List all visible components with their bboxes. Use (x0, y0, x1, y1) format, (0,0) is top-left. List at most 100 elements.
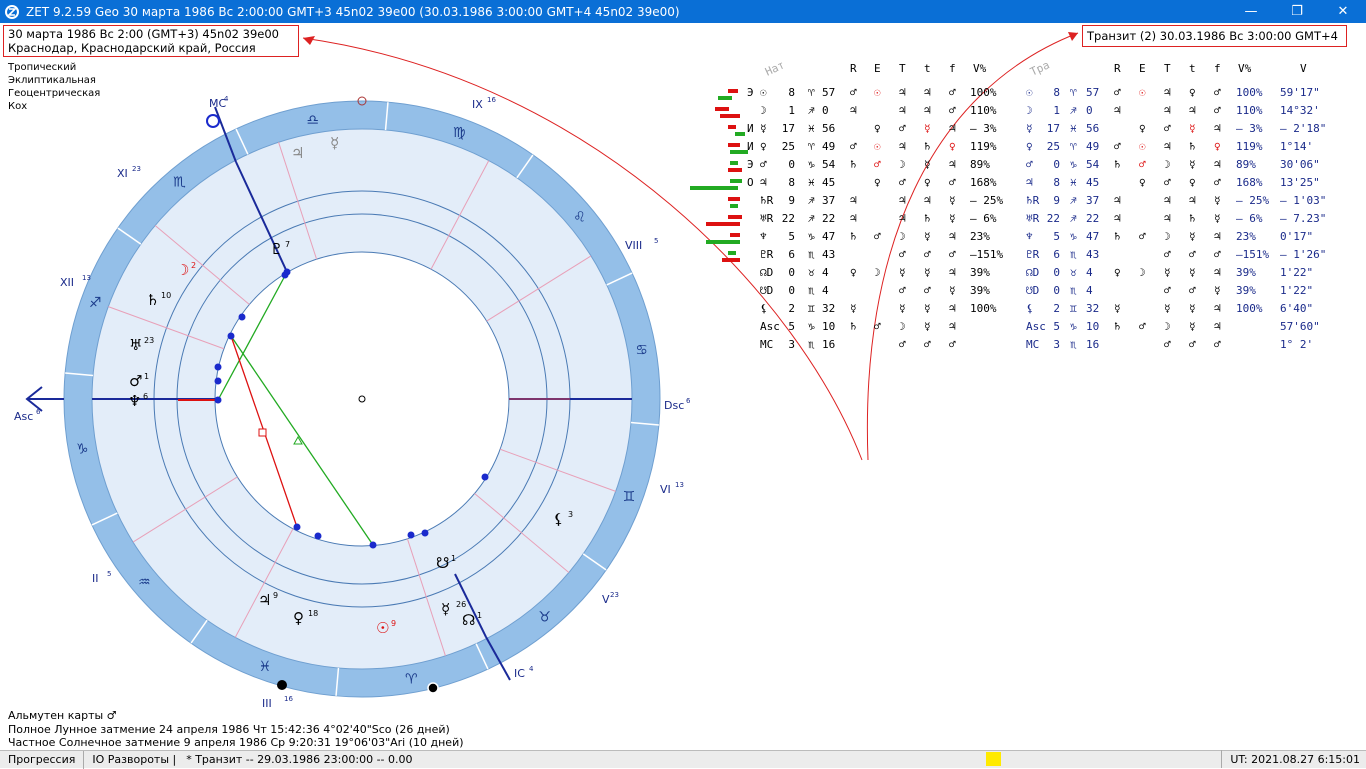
cell-tb: ♂ (1139, 320, 1146, 333)
cell-deg: 1 (788, 104, 795, 117)
cell-mark: Э (747, 86, 754, 99)
cell-sign: ♊ (808, 302, 815, 315)
cell-tp: ♅R (1026, 212, 1040, 225)
cell-tpct: – 3% (1236, 122, 1263, 135)
cell-e: ♃ (949, 266, 956, 279)
cell-td: ♂ (1189, 284, 1196, 297)
cell-d: ♀ (924, 176, 931, 189)
cell-b: ♀ (874, 122, 881, 135)
cell-c: ♃ (899, 104, 906, 117)
cell-ta: ♄ (1114, 320, 1121, 333)
cell-te: ♃ (1214, 320, 1221, 333)
cell-tc: ☽ (1164, 158, 1171, 171)
cell-c: ☽ (899, 320, 906, 333)
cell-mark: О (747, 176, 754, 189)
cell-sign: ♓ (808, 122, 815, 135)
header-f2: f (1214, 62, 1221, 75)
cell-mark: И (747, 140, 754, 153)
cell-tsign: ♓ (1070, 176, 1077, 189)
cell-tb: ☽ (1139, 266, 1146, 279)
cell-tdeg: 1 (1053, 104, 1060, 117)
cell-d: ♂ (924, 248, 931, 261)
cell-td: ♃ (1189, 104, 1196, 117)
cell-ta: ♄ (1114, 158, 1121, 171)
cell-tmin: 4 (1086, 266, 1093, 279)
header-f: f (949, 62, 956, 75)
cell-min: 45 (822, 176, 836, 189)
cell-td: ♂ (1189, 338, 1196, 351)
cell-deg: 22 (781, 212, 795, 225)
cell-tpct: 39% (1236, 284, 1256, 297)
cell-d: ♃ (924, 194, 931, 207)
cell-d: ☿ (924, 266, 931, 279)
strength-bar (730, 179, 742, 183)
cell-tmin: 0 (1086, 104, 1093, 117)
cell-td: ☿ (1189, 230, 1196, 243)
cell-min: 22 (822, 212, 836, 225)
header-vel: V (1300, 62, 1307, 75)
strength-bar (735, 132, 745, 136)
cell-tc: ♂ (1164, 284, 1171, 297)
strength-bar (728, 197, 740, 201)
cell-min: 32 (822, 302, 836, 315)
status-ut-time: UT: 2021.08.27 6:15:01 (1221, 750, 1360, 768)
cell-tsign: ♊ (1070, 302, 1077, 315)
cell-ta: ♃ (1114, 104, 1121, 117)
cell-p: ♅R (760, 212, 774, 225)
cell-te: ♂ (1214, 104, 1221, 117)
cell-te: ♃ (1214, 302, 1221, 315)
cell-tdeg: 22 (1046, 212, 1060, 225)
cell-te: ♂ (1214, 338, 1221, 351)
cell-tmin: 54 (1086, 158, 1100, 171)
cell-tdeg: 0 (1053, 284, 1060, 297)
cell-c: ♃ (899, 86, 906, 99)
status-turns[interactable]: IO Развороты | (84, 751, 178, 769)
cell-p: ☽ (760, 104, 767, 117)
cell-pct: 119% (970, 140, 997, 153)
cell-te: ☿ (1214, 212, 1221, 225)
cell-e: ♃ (949, 158, 956, 171)
cell-tdeg: 0 (1053, 266, 1060, 279)
cell-c: ♂ (899, 284, 906, 297)
cell-min: 16 (822, 338, 836, 351)
cell-b: ♂ (874, 230, 881, 243)
cell-tpct: – 6% (1236, 212, 1263, 225)
cell-sign: ♐ (808, 194, 815, 207)
cell-pct: 23% (970, 230, 990, 243)
cell-tc: ☽ (1164, 320, 1171, 333)
cell-e: ☿ (949, 212, 956, 225)
cell-p: ☿ (760, 122, 767, 135)
cell-e: ♃ (949, 320, 956, 333)
cell-p: ☊D (760, 266, 774, 279)
strength-bar (718, 96, 732, 100)
cell-e: ♃ (949, 122, 956, 135)
cell-sign: ♐ (808, 104, 815, 117)
cell-tp: ♆ (1026, 230, 1033, 243)
cell-tmin: 56 (1086, 122, 1100, 135)
cell-vel: 14°32' (1280, 104, 1320, 117)
strength-bar (728, 125, 736, 129)
lunar-eclipse-note: Полное Лунное затмение 24 апреля 1986 Чт… (8, 722, 450, 736)
status-progression[interactable]: Прогрессия (0, 750, 85, 769)
cell-c: ♂ (899, 122, 906, 135)
cell-td: ☿ (1189, 266, 1196, 279)
cell-e: ♂ (949, 86, 956, 99)
cell-tmin: 10 (1086, 320, 1100, 333)
cell-te: ♂ (1214, 248, 1221, 261)
status-transit[interactable]: * Транзит -- 29.03.1986 23:00:00 -- 0.00 (178, 751, 420, 769)
strength-bar (730, 150, 748, 154)
status-bar: Прогрессия IO Развороты | * Транзит -- 2… (0, 750, 1366, 769)
strength-bar (706, 240, 740, 244)
cell-a: ☿ (850, 302, 857, 315)
cell-p: ♇R (760, 248, 774, 261)
cell-tp: MC (1026, 338, 1040, 351)
cell-d: ☿ (924, 230, 931, 243)
strength-bar (715, 107, 729, 111)
cell-ta: ♃ (1114, 212, 1121, 225)
cell-te: ☿ (1214, 194, 1221, 207)
cell-c: ♂ (899, 248, 906, 261)
cell-deg: 5 (788, 320, 795, 333)
cell-min: 47 (822, 230, 836, 243)
header-v: V% (973, 62, 987, 75)
cell-tsign: ♑ (1070, 158, 1077, 171)
